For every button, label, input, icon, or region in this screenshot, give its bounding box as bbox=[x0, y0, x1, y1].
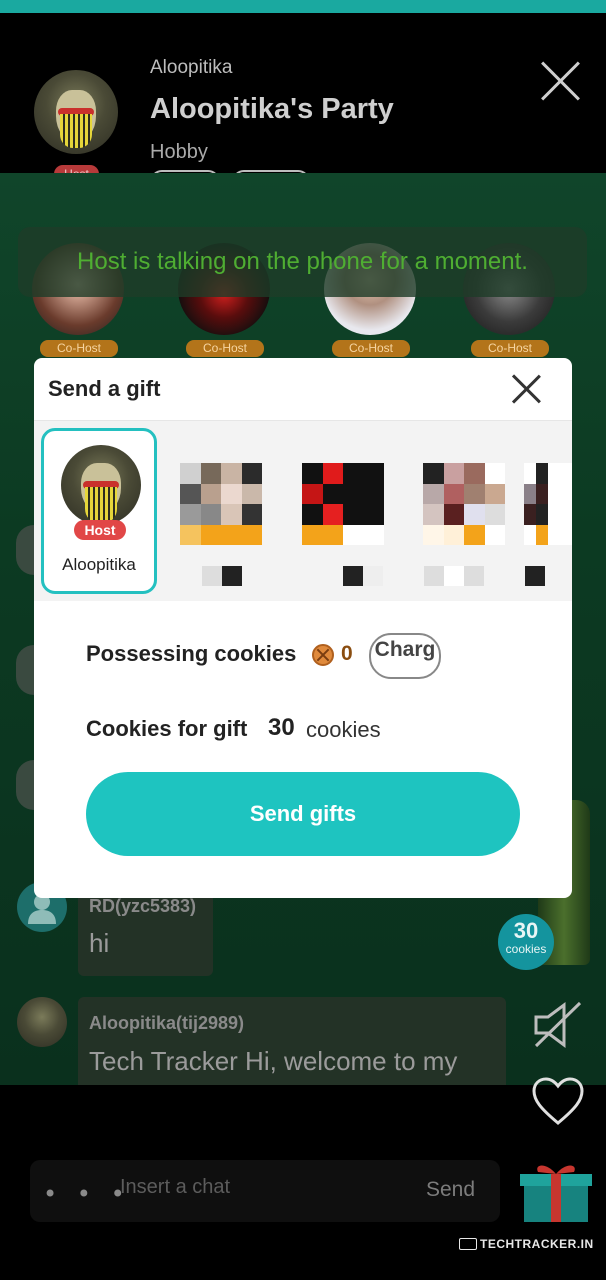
recipient-name-censored bbox=[424, 566, 484, 586]
recipient-item[interactable] bbox=[302, 463, 384, 545]
send-gift-dialog: Send a gift Host Aloopitika Possessing c… bbox=[34, 358, 572, 898]
cookie-count-badge: 30 cookies bbox=[498, 914, 554, 970]
cohost-tag: Co-Host bbox=[332, 340, 410, 357]
system-nav-bar bbox=[0, 1268, 606, 1280]
party-header: Host Aloopitika Aloopitika's Party Hobby bbox=[0, 13, 606, 183]
recipient-name-censored bbox=[525, 566, 545, 586]
cookie-badge-value: 30 bbox=[513, 918, 539, 943]
chat-author: Aloopitika(tij2989) bbox=[89, 1013, 245, 1033]
more-options-button[interactable]: • • • bbox=[43, 1180, 131, 1208]
dialog-title: Send a gift bbox=[48, 376, 161, 401]
party-title: Aloopitika's Party bbox=[150, 93, 394, 125]
gift-box-icon[interactable] bbox=[518, 1160, 594, 1224]
speaker-mute-icon[interactable] bbox=[530, 1000, 586, 1050]
host-username: Aloopitika bbox=[150, 57, 233, 78]
cohost-tag: Co-Host bbox=[471, 340, 549, 357]
recipient-item[interactable] bbox=[180, 463, 262, 545]
close-party-button[interactable] bbox=[540, 61, 580, 101]
possessing-cookies-label: Possessing cookies bbox=[86, 641, 297, 666]
charge-button[interactable]: Charg bbox=[369, 633, 441, 679]
party-category: Hobby bbox=[150, 141, 208, 163]
host-tag: Host bbox=[74, 520, 126, 540]
recipient-avatar bbox=[61, 445, 141, 525]
chat-send-button[interactable]: Send bbox=[426, 1178, 475, 1202]
chat-input[interactable]: Insert a chat bbox=[120, 1176, 230, 1199]
host-avatar[interactable] bbox=[34, 70, 118, 154]
chat-text: hi bbox=[89, 928, 110, 958]
possessing-cookies-value: 0 bbox=[341, 642, 353, 665]
watermark-text: TECHTRACKER.IN bbox=[480, 1237, 594, 1251]
recipient-item[interactable] bbox=[423, 463, 505, 545]
send-gifts-button[interactable]: Send gifts bbox=[86, 772, 520, 856]
status-strip bbox=[0, 0, 606, 13]
watermark: TECHTRACKER.IN bbox=[459, 1237, 594, 1251]
cookie-badge-unit: cookies bbox=[505, 942, 547, 956]
cookies-unit: cookies bbox=[306, 717, 381, 742]
heart-icon[interactable] bbox=[530, 1075, 586, 1127]
close-dialog-button[interactable] bbox=[509, 372, 543, 406]
cookies-for-gift-label: Cookies for gift bbox=[86, 716, 248, 741]
recipient-name-censored bbox=[202, 566, 242, 586]
host-status-notice: Host is talking on the phone for a momen… bbox=[18, 227, 587, 297]
cookies-for-gift-value: 30 bbox=[268, 714, 295, 741]
party-screen: Host Aloopitika Aloopitika's Party Hobby… bbox=[0, 0, 606, 1280]
host-chat-avatar[interactable] bbox=[17, 997, 67, 1047]
cohost-tag: Co-Host bbox=[186, 340, 264, 357]
cohost-tag: Co-Host bbox=[40, 340, 118, 357]
recipient-item[interactable] bbox=[524, 463, 572, 545]
chat-author: RD(yzc5383) bbox=[89, 896, 197, 916]
cookie-icon bbox=[312, 644, 334, 666]
recipient-host-selected[interactable]: Host Aloopitika bbox=[41, 428, 157, 594]
recipient-name: Aloopitika bbox=[62, 555, 136, 574]
recipient-name-censored bbox=[343, 566, 383, 586]
